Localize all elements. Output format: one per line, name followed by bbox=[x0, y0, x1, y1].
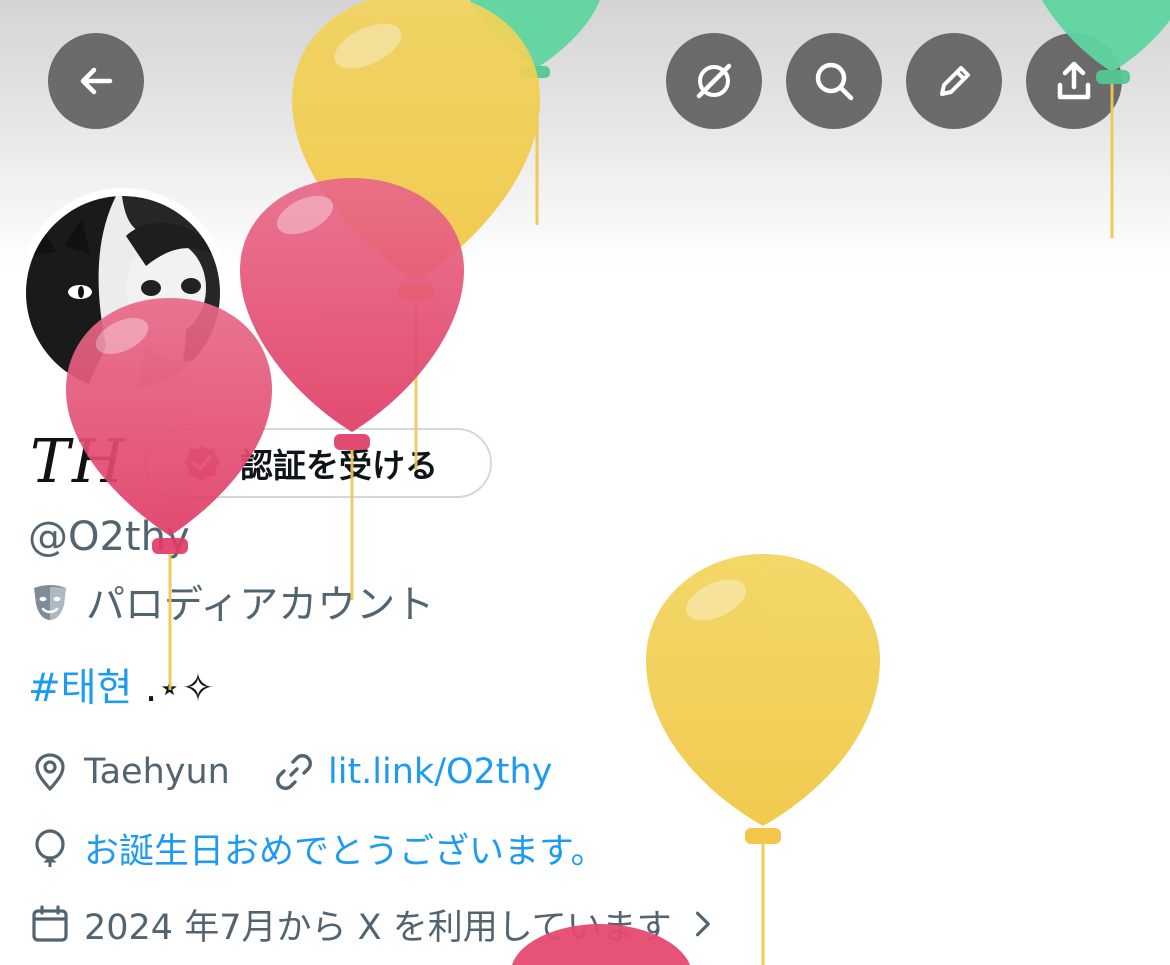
website-link[interactable]: lit.link/O2thy bbox=[328, 752, 552, 792]
parody-label-row: パロディアカウント bbox=[30, 576, 434, 628]
get-verified-button[interactable]: 認証を受ける bbox=[144, 428, 492, 498]
birthday-row: お誕生日おめでとうございます。 bbox=[30, 822, 606, 874]
search-button[interactable] bbox=[786, 33, 882, 129]
search-icon bbox=[815, 62, 854, 101]
pencil-icon bbox=[940, 66, 970, 96]
bio-text: .⋆✧ bbox=[132, 666, 215, 711]
joined-date-text: 2024 年7月から X を利用しています bbox=[84, 907, 672, 948]
display-name: TH bbox=[30, 427, 127, 497]
calendar-icon bbox=[32, 905, 68, 942]
website-row: lit.link/O2thy bbox=[274, 746, 552, 798]
share-button[interactable] bbox=[1026, 33, 1122, 129]
avatar-image bbox=[26, 196, 220, 390]
location-row: Taehyun bbox=[30, 746, 230, 798]
joined-row[interactable]: 2024 年7月から X を利用しています bbox=[30, 898, 722, 950]
avatar[interactable] bbox=[18, 188, 228, 398]
location-text: Taehyun bbox=[84, 752, 230, 792]
grok-icon bbox=[696, 63, 732, 99]
theater-mask-icon bbox=[34, 585, 66, 620]
bio: #태현 .⋆✧ bbox=[28, 662, 214, 716]
balloon-icon bbox=[35, 829, 65, 867]
back-arrow-icon bbox=[80, 67, 113, 95]
get-verified-label: 認証を受ける bbox=[240, 446, 438, 485]
back-button[interactable] bbox=[48, 33, 144, 129]
link-icon bbox=[276, 754, 312, 790]
user-handle: @O2thy bbox=[28, 514, 190, 560]
location-pin-icon bbox=[35, 753, 65, 791]
verified-badge-icon bbox=[184, 445, 220, 481]
share-icon bbox=[1057, 61, 1091, 100]
parody-label: パロディアカウント bbox=[86, 583, 435, 628]
edit-button[interactable] bbox=[906, 33, 1002, 129]
chevron-right-icon bbox=[695, 911, 710, 937]
birthday-message[interactable]: お誕生日おめでとうございます。 bbox=[84, 823, 606, 874]
bio-hashtag-link[interactable]: #태현 bbox=[28, 666, 132, 711]
grok-button[interactable] bbox=[666, 33, 762, 129]
